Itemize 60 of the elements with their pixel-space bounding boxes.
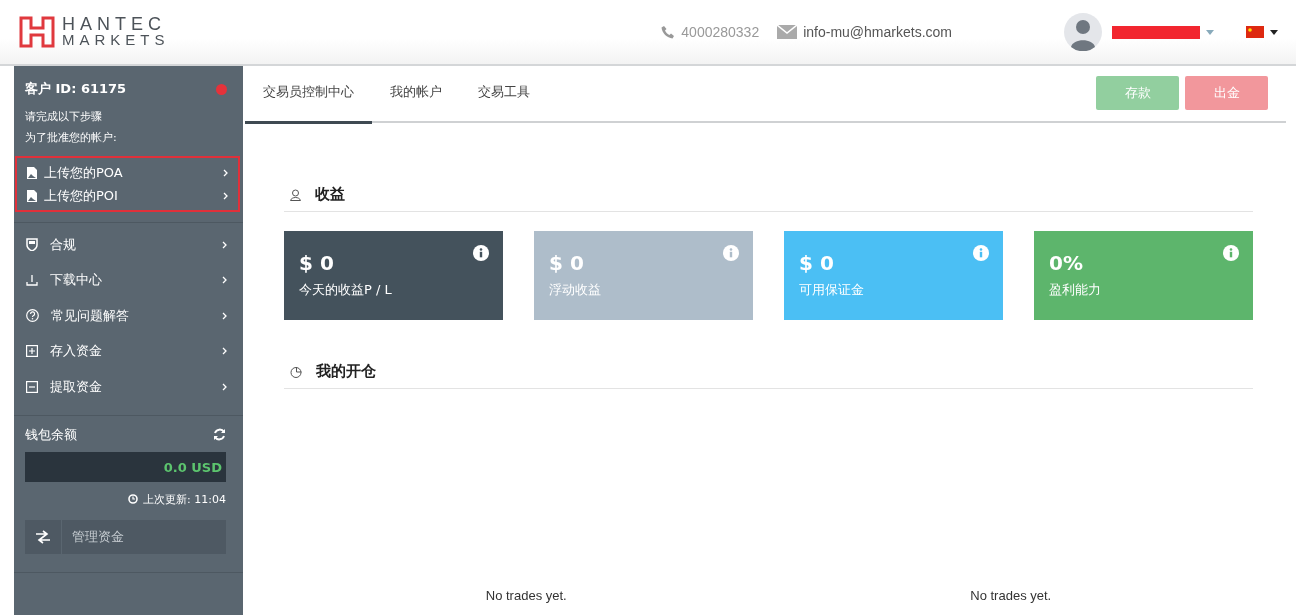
avatar-icon[interactable]: [1064, 13, 1102, 51]
stat-label: 浮动收益: [549, 281, 602, 299]
pie-chart-icon: [290, 365, 302, 378]
empty-message: No trades yet.: [969, 588, 1053, 603]
shield-icon: [26, 238, 38, 252]
caret-icon[interactable]: [1270, 29, 1278, 35]
sidebar-menu-item[interactable]: 常见问题解答: [14, 298, 243, 334]
stat-value: 0%: [1049, 251, 1083, 275]
refresh-icon[interactable]: [213, 428, 226, 441]
envelope-icon: [777, 25, 798, 39]
stat-label: 盈利能力: [1049, 281, 1102, 299]
info-icon[interactable]: [473, 245, 489, 261]
client-id: 客户 ID: 61175: [25, 80, 127, 98]
document-icon: [27, 189, 37, 202]
chevron-right-icon: [222, 276, 227, 285]
steps-subtitle: 为了批准您的帐户:: [24, 130, 118, 146]
empty-message: No trades yet.: [484, 588, 568, 603]
sidebar-menu-item[interactable]: 提取资金: [14, 369, 243, 405]
last-updated: 上次更新: 11:04: [143, 491, 226, 507]
section-title: 我的开仓: [316, 362, 376, 381]
chevron-right-icon: [222, 382, 227, 391]
logo-title: HANTEC: [62, 16, 167, 32]
chevron-right-icon: [223, 191, 228, 200]
minus-square-icon: [26, 380, 38, 393]
stat-value: $ 0: [549, 251, 584, 275]
email-link[interactable]: info-mu@hmarkets.com: [803, 24, 952, 40]
user-icon: [290, 188, 301, 201]
upload-step-link[interactable]: 上传您的POA: [27, 161, 228, 184]
stat-label: 今天的收益P / L: [299, 281, 393, 299]
plus-square-icon: [26, 345, 38, 358]
clock-icon: [128, 494, 139, 504]
nav-tab[interactable]: 交易工具: [460, 66, 548, 121]
question-icon: [26, 309, 39, 323]
upload-step-link[interactable]: 上传您的POI: [27, 184, 228, 207]
alert-icon: [216, 83, 227, 95]
stat-value: $ 0: [299, 251, 334, 275]
flag-icon[interactable]: [1246, 26, 1264, 38]
chevron-right-icon: [222, 311, 227, 320]
steps-title: 请完成以下步骤: [24, 109, 103, 125]
phone-icon: [661, 25, 676, 39]
nav-tab[interactable]: 我的帐户: [372, 66, 460, 121]
download-icon: [26, 274, 38, 287]
chevron-right-icon: [222, 240, 227, 249]
document-icon: [27, 166, 37, 179]
phone-number[interactable]: 4000280332: [681, 24, 760, 40]
sidebar-menu-item[interactable]: 存入资金: [14, 333, 243, 369]
wallet-balance: 0.0 USD: [25, 451, 226, 482]
chevron-right-icon: [222, 347, 227, 356]
wallet-title: 钱包余额: [25, 425, 77, 444]
section-title: 收益: [315, 185, 345, 204]
logo-icon: [18, 15, 56, 49]
sidebar-menu-item[interactable]: 合规: [14, 227, 243, 263]
nav-tab[interactable]: 交易员控制中心: [245, 66, 372, 124]
logo-subtitle: MARKETS: [62, 32, 170, 48]
stat-value: $ 0: [799, 251, 834, 275]
chevron-right-icon: [223, 168, 228, 177]
manage-funds-button[interactable]: 管理资金: [25, 519, 226, 554]
transfer-icon: [34, 529, 52, 544]
stat-label: 可用保证金: [799, 281, 865, 299]
sidebar-menu-item[interactable]: 下载中心: [14, 262, 243, 298]
